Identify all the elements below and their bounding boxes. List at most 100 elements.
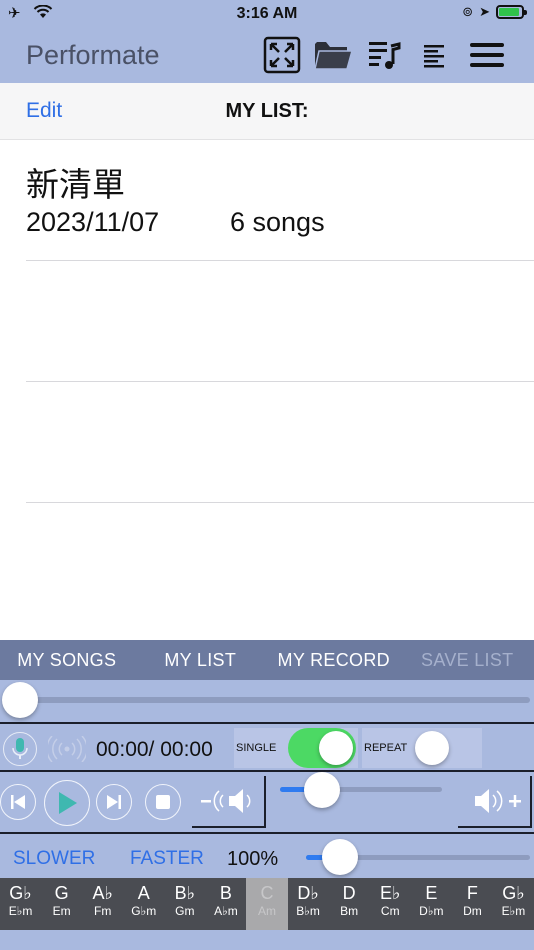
previous-button[interactable] [0,784,36,820]
key-major-label: E♭ [379,883,401,903]
skip-back-icon [11,795,25,809]
faster-button[interactable]: FASTER [130,848,204,870]
tempo-percent: 100% [227,848,279,870]
volume-down-button[interactable] [192,776,266,828]
battery-icon [496,5,527,19]
key-major-label: A♭ [92,883,113,903]
key-button[interactable]: E D♭m [411,878,452,930]
status-bar: ✈ 3:16 AM ⊚ ➤ [0,0,534,28]
folder-button[interactable] [312,34,354,76]
tab-my-record[interactable]: MY RECORD [267,650,401,671]
repeat-toggle-thumb [415,731,449,765]
orientation-lock-icon: ⊚ [462,4,474,19]
key-major-label: G♭ [9,883,32,903]
key-minor-label: Em [52,904,71,918]
section-tabs: MY SONGS MY LIST MY RECORD SAVE LIST [0,640,534,680]
key-major-label: B♭ [174,883,196,903]
tempo-row: SLOWER FASTER 100% [0,834,534,878]
key-major-label: A [137,883,150,903]
key-major-label: E [425,883,438,903]
key-minor-label: Fm [94,904,112,918]
key-minor-label: Cm [380,904,400,918]
key-button[interactable]: G♭ E♭m [493,878,534,930]
microphone-icon [12,738,28,759]
key-button[interactable]: E♭ Cm [370,878,411,930]
playlist-button[interactable] [366,34,402,76]
bottom-panel [0,930,534,950]
record-button[interactable] [3,732,37,766]
volume-up-icon [475,789,521,813]
folder-icon [314,42,353,70]
play-button[interactable] [44,780,90,826]
list-row[interactable]: 新清單 2023/11/07 6 songs [26,140,534,261]
key-button[interactable]: G♭ E♭m [0,878,41,930]
key-minor-label: B♭m [296,904,320,918]
key-button[interactable]: D♭ B♭m [288,878,329,930]
single-toggle-group: SINGLE [234,728,358,768]
key-button[interactable]: B♭ Gm [164,878,205,930]
text-align-button[interactable] [420,34,448,76]
fullscreen-icon [263,36,301,74]
tab-my-list[interactable]: MY LIST [134,650,268,671]
key-minor-label: Bm [340,904,359,918]
key-button[interactable]: D Bm [329,878,370,930]
key-minor-label: Dm [463,904,482,918]
slower-button[interactable]: SLOWER [13,848,95,870]
record-time-row: 00:00/ 00:00 SINGLE REPEAT [0,724,534,772]
repeat-toggle-group: REPEAT [362,728,482,768]
volume-up-button[interactable] [458,776,532,828]
list-date: 2023/11/07 [26,207,160,237]
tab-my-songs[interactable]: MY SONGS [0,650,134,671]
empty-row [26,261,534,382]
list-song-count: 6 songs [230,207,325,237]
key-button[interactable]: C Am [246,878,288,930]
skip-forward-icon [107,795,121,809]
playback-progress-knob[interactable] [2,682,38,718]
location-icon: ➤ [479,4,490,19]
tempo-knob[interactable] [321,839,358,875]
key-button[interactable]: A G♭m [123,878,164,930]
volume-knob[interactable] [304,772,341,808]
playlist-music-icon [369,42,401,69]
key-button[interactable]: G Em [41,878,82,930]
key-button[interactable]: A♭ Fm [82,878,123,930]
transport-controls [0,772,534,834]
key-major-label: D♭ [297,883,319,903]
key-minor-label: D♭m [419,904,444,918]
key-minor-label: E♭m [501,904,526,918]
status-time: 3:16 AM [236,5,298,22]
stop-button[interactable] [145,784,181,820]
key-major-label: B [219,883,232,903]
menu-button[interactable] [468,34,506,76]
key-major-label: C [260,883,274,903]
key-button[interactable]: B A♭m [205,878,246,930]
repeat-toggle[interactable] [412,728,480,768]
key-major-label: F [466,883,478,903]
single-toggle-thumb [319,731,353,765]
navigation-bar: Edit MY LIST: [0,83,534,140]
key-major-label: G♭ [502,883,525,903]
empty-row [26,503,534,624]
key-major-label: G [54,883,69,903]
play-icon [59,792,77,814]
page-title: MY LIST: [225,100,309,122]
tab-save-list[interactable]: SAVE LIST [401,650,534,671]
volume-down-icon [201,789,251,813]
key-major-label: D [342,883,356,903]
single-toggle[interactable] [288,728,356,768]
list-name: 新清單 [26,165,125,204]
app-toolbar: Performate [0,28,534,83]
hamburger-menu-icon [470,43,504,67]
key-minor-label: E♭m [8,904,33,918]
key-minor-label: A♭m [214,904,238,918]
key-button[interactable]: F Dm [452,878,493,930]
audio-wave-button[interactable] [46,735,88,767]
fullscreen-button[interactable] [262,34,302,76]
playlist-table: 新清單 2023/11/07 6 songs [0,140,534,640]
text-align-left-icon [424,45,444,68]
next-button[interactable] [96,784,132,820]
app-title: Performate [26,40,160,70]
key-minor-label: Am [258,904,276,918]
empty-row [26,382,534,503]
playback-progress-track[interactable] [20,697,530,703]
